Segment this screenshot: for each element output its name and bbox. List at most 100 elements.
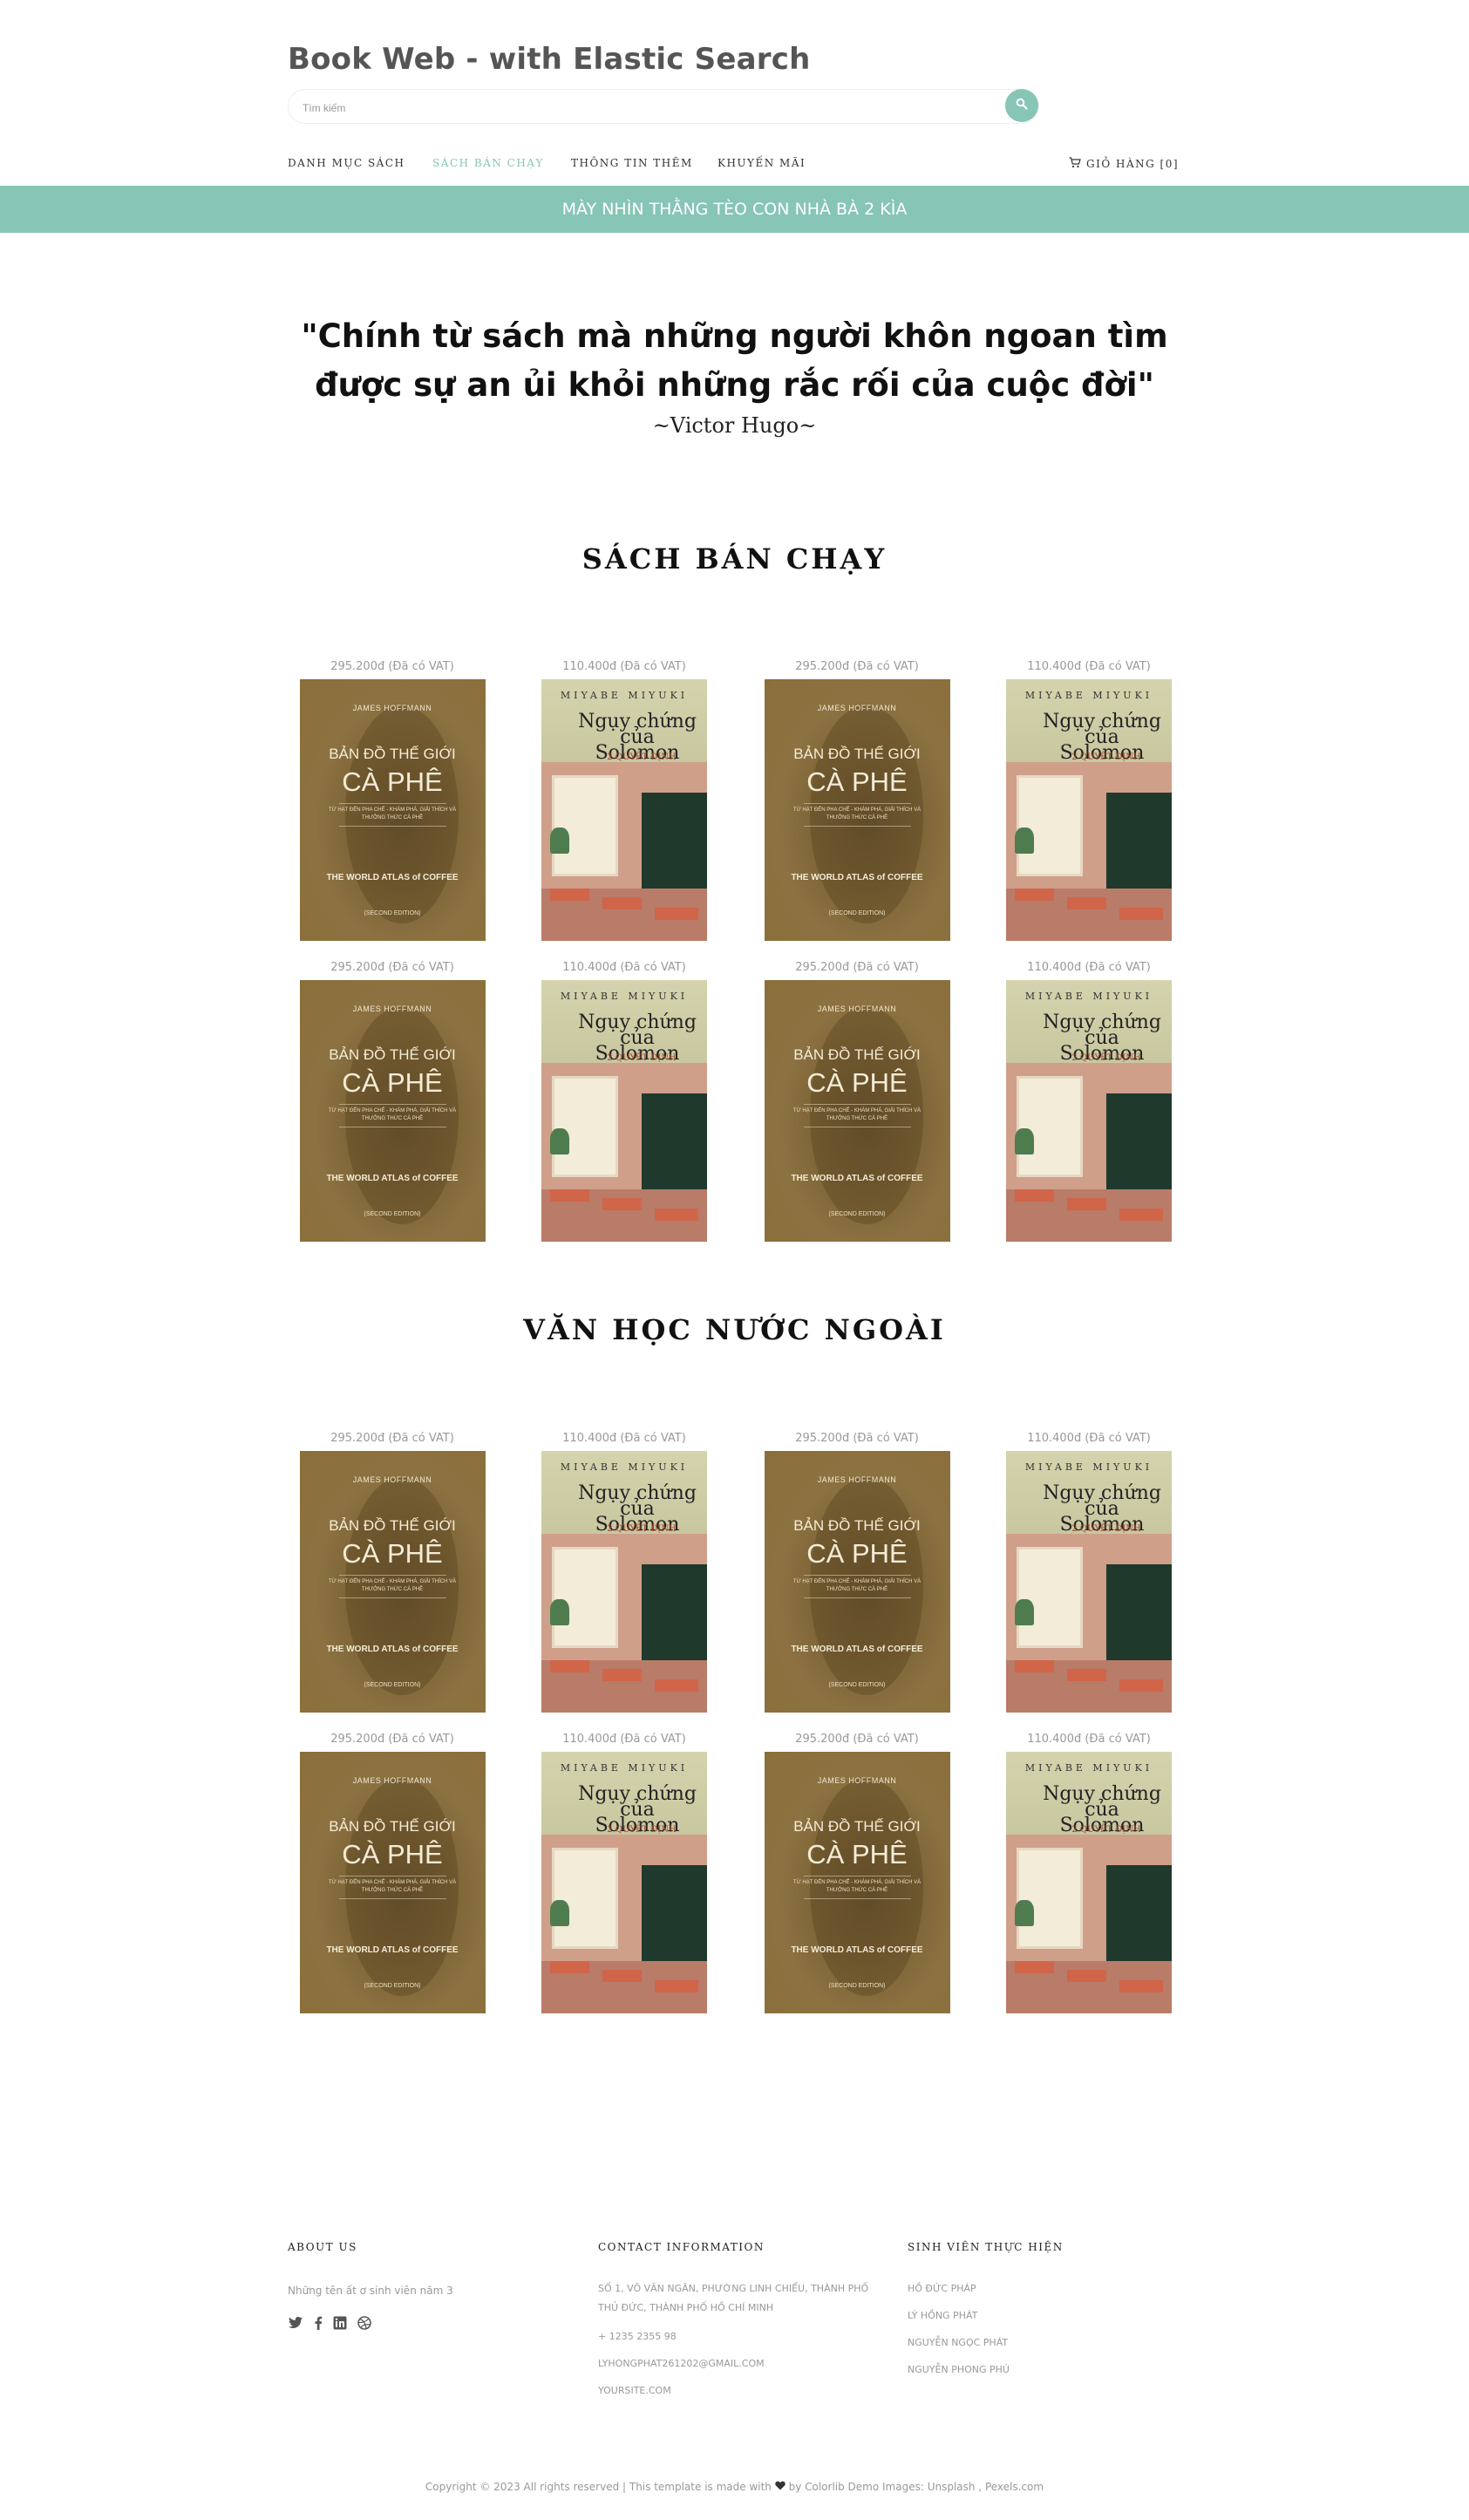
footer-contact-email[interactable]: LYHONGPHAT261202@GMAIL.COM [598,2354,765,2374]
cover-title-main: CÀ PHÊ [342,1067,443,1098]
cover-tagline: TỪ HẠT ĐẾN PHA CHẾ - KHÁM PHÁ, GIẢI THÍC… [328,1579,457,1592]
product-price: 295.200đ (Đã có VAT) [795,961,919,974]
cover-desk-art [1119,1980,1163,1992]
footer-student-1[interactable]: HỒ ĐỨC PHÁP [908,2279,976,2299]
banner-text: MÀY NHÌN THẰNG TÈO CON NHÀ BÀ 2 KÌA [561,200,908,219]
book-cover-coffee[interactable]: JAMES HOFFMANN BẢN ĐỒ THẾ GIỚI CÀ PHÊ TỪ HẠ… [764,980,950,1242]
nav-item-thong-tin-them[interactable]: THÔNG TIN THÊM [571,157,693,169]
cover-author: JAMES HOFFMANN [817,704,897,712]
product-card[interactable]: 110.400đ (Đã có VAT) MIYABE MIYUKI Ngụy ch… [515,1431,733,1713]
book-cover-solomon[interactable]: MIYABE MIYUKI Ngụy chứng của Solomon 2 QUY… [1006,679,1172,941]
nav-item-khuyen-mai[interactable]: KHUYẾN MÃI [717,157,806,169]
product-price: 110.400đ (Đã có VAT) [562,961,686,974]
product-card[interactable]: 110.400đ (Đã có VAT) MIYABE MIYUKI Ngụy ch… [515,659,733,941]
nav-item-sach-ban-chay[interactable]: SÁCH BÁN CHẠY [432,157,544,169]
product-card[interactable]: 110.400đ (Đã có VAT) MIYABE MIYUKI Ngụy ch… [515,960,733,1242]
cover-desk-art [1015,889,1054,901]
cover-author: MIYABE MIYUKI [1024,1461,1153,1473]
book-cover-solomon[interactable]: MIYABE MIYUKI Ngụy chứng của Solomon 2 QUY… [1006,1752,1172,2013]
cover-author: MIYABE MIYUKI [560,991,689,1002]
cover-edition: (SECOND EDITION) [828,1211,886,1217]
dribbble-icon[interactable] [357,2316,371,2330]
promo-banner: MÀY NHÌN THẰNG TÈO CON NHÀ BÀ 2 KÌA [0,186,1469,233]
cart-link[interactable]: GIỎ HÀNG [0] [1069,157,1179,171]
search-bar [288,89,1039,124]
linkedin-icon[interactable] [333,2316,347,2330]
product-card[interactable]: 110.400đ (Đã có VAT) MIYABE MIYUKI Ngụy ch… [515,1732,733,2013]
product-card[interactable]: 295.200đ (Đã có VAT) JAMES HOFFMANN BẢN ĐỒ… [283,659,501,941]
product-card[interactable]: 295.200đ (Đã có VAT) JAMES HOFFMANN BẢN ĐỒ… [283,1732,501,2013]
cover-title-top: BẢN ĐỒ THẾ GIỚI [329,1818,456,1835]
cover-title-top: BẢN ĐỒ THẾ GIỚI [793,746,921,762]
book-cover-coffee[interactable]: JAMES HOFFMANN BẢN ĐỒ THẾ GIỚI CÀ PHÊ TỪ HẠ… [764,1752,950,2013]
book-cover-solomon[interactable]: MIYABE MIYUKI Ngụy chứng của Solomon 2 QUY… [541,1752,707,2013]
cover-desk-art [550,1189,589,1202]
cover-author: MIYABE MIYUKI [1024,690,1153,701]
cover-title-main: CÀ PHÊ [806,766,908,797]
footer-contact-phone[interactable]: + 1235 2355 98 [598,2327,677,2346]
product-price: 110.400đ (Đã có VAT) [562,660,686,673]
book-cover-coffee[interactable]: JAMES HOFFMANN BẢN ĐỒ THẾ GIỚI CÀ PHÊ TỪ HẠ… [299,1451,486,1713]
footer-student-4[interactable]: NGUYỄN PHONG PHÚ [908,2360,1010,2380]
site-title[interactable]: Book Web - with Elastic Search [288,42,811,77]
product-card[interactable]: 295.200đ (Đã có VAT) JAMES HOFFMANN BẢN ĐỒ… [748,960,966,1242]
product-card[interactable]: 110.400đ (Đã có VAT) MIYABE MIYUKI Ngụy ch… [980,1431,1198,1713]
cover-desk-art [655,1980,698,1992]
product-card[interactable]: 295.200đ (Đã có VAT) JAMES HOFFMANN BẢN ĐỒ… [748,1431,966,1713]
facebook-icon[interactable] [314,2316,323,2330]
cover-subtitle: THE WORLD ATLAS of COFFEE [791,1645,923,1654]
cover-edition: (SECOND EDITION) [364,1211,421,1217]
product-card[interactable]: 295.200đ (Đã có VAT) JAMES HOFFMANN BẢN ĐỒ… [748,1732,966,2013]
book-cover-solomon[interactable]: MIYABE MIYUKI Ngụy chứng của Solomon 2 QUY… [1006,980,1172,1242]
book-cover-solomon[interactable]: MIYABE MIYUKI Ngụy chứng của Solomon 2 QUY… [541,980,707,1242]
footer-student-2[interactable]: LÝ HỒNG PHÁT [908,2306,977,2326]
cover-title-main: CÀ PHÊ [342,766,443,797]
book-cover-solomon[interactable]: MIYABE MIYUKI Ngụy chứng của Solomon 2 QUY… [541,679,707,941]
social-links [288,2316,371,2330]
footer-student-3[interactable]: NGUYỄN NGỌC PHÁT [908,2333,1008,2353]
cover-subtitle: 2 QUYẾT ĐỊNH [607,1524,677,1534]
product-card[interactable]: 295.200đ (Đã có VAT) JAMES HOFFMANN BẢN ĐỒ… [283,960,501,1242]
cover-blackboard-art [642,793,707,889]
book-cover-coffee[interactable]: JAMES HOFFMANN BẢN ĐỒ THẾ GIỚI CÀ PHÊ TỪ HẠ… [299,1752,486,2013]
cover-plant-art [1015,1900,1034,1926]
cover-desk-art [602,897,642,909]
footer-contact-site[interactable]: YOURSITE.COM [598,2381,671,2401]
cover-subtitle: 2 QUYẾT ĐỊNH [1071,1825,1141,1835]
cover-subtitle: THE WORLD ATLAS of COFFEE [326,1945,459,1955]
book-cover-coffee[interactable]: JAMES HOFFMANN BẢN ĐỒ THẾ GIỚI CÀ PHÊ TỪ HẠ… [764,679,950,941]
cover-subtitle: THE WORLD ATLAS of COFFEE [326,873,459,882]
cover-window-art [552,1547,618,1648]
cover-author: MIYABE MIYUKI [1024,991,1153,1002]
product-card[interactable]: 295.200đ (Đã có VAT) JAMES HOFFMANN BẢN ĐỒ… [748,659,966,941]
product-card[interactable]: 110.400đ (Đã có VAT) MIYABE MIYUKI Ngụy ch… [980,659,1198,941]
search-button[interactable] [1005,89,1038,122]
cover-edition: (SECOND EDITION) [828,1682,886,1688]
book-cover-coffee[interactable]: JAMES HOFFMANN BẢN ĐỒ THẾ GIỚI CÀ PHÊ TỪ HẠ… [764,1451,950,1713]
book-cover-solomon[interactable]: MIYABE MIYUKI Ngụy chứng của Solomon 2 QUY… [1006,1451,1172,1713]
book-cover-coffee[interactable]: JAMES HOFFMANN BẢN ĐỒ THẾ GIỚI CÀ PHÊ TỪ HẠ… [299,980,486,1242]
cover-author: MIYABE MIYUKI [560,1461,689,1473]
product-card[interactable]: 295.200đ (Đã có VAT) JAMES HOFFMANN BẢN ĐỒ… [283,1431,501,1713]
cover-desk-art [550,1660,589,1672]
product-card[interactable]: 110.400đ (Đã có VAT) MIYABE MIYUKI Ngụy ch… [980,960,1198,1242]
product-card[interactable]: 110.400đ (Đã có VAT) MIYABE MIYUKI Ngụy ch… [980,1732,1198,2013]
search-input[interactable] [301,99,984,118]
book-cover-coffee[interactable]: JAMES HOFFMANN BẢN ĐỒ THẾ GIỚI CÀ PHÊ TỪ HẠ… [299,679,486,941]
cover-edition: (SECOND EDITION) [828,910,886,916]
nav-item-danh-muc-sach[interactable]: DANH MỤC SÁCH [288,157,405,169]
footer-contact-address: SỐ 1, VÕ VĂN NGÂN, PHƯỜNG LINH CHIỂU, TH… [598,2283,869,2313]
cover-plant-art [550,1128,569,1154]
copyright-text-before: Copyright © 2023 All rights reserved | T… [425,2481,772,2493]
cover-divider [338,803,446,804]
cover-desk-art [1119,908,1163,920]
book-cover-solomon[interactable]: MIYABE MIYUKI Ngụy chứng của Solomon 2 QUY… [541,1451,707,1713]
twitter-icon[interactable] [288,2316,303,2330]
cover-subtitle: THE WORLD ATLAS of COFFEE [791,1174,923,1183]
cover-subtitle: 2 QUYẾT ĐỊNH [607,753,677,762]
cover-title-top: BẢN ĐỒ THẾ GIỚI [793,1046,921,1063]
cover-author: JAMES HOFFMANN [817,1005,897,1013]
cover-blackboard-art [1106,793,1172,889]
cover-title-top: BẢN ĐỒ THẾ GIỚI [793,1818,921,1835]
cover-title-main: CÀ PHÊ [806,1067,908,1098]
